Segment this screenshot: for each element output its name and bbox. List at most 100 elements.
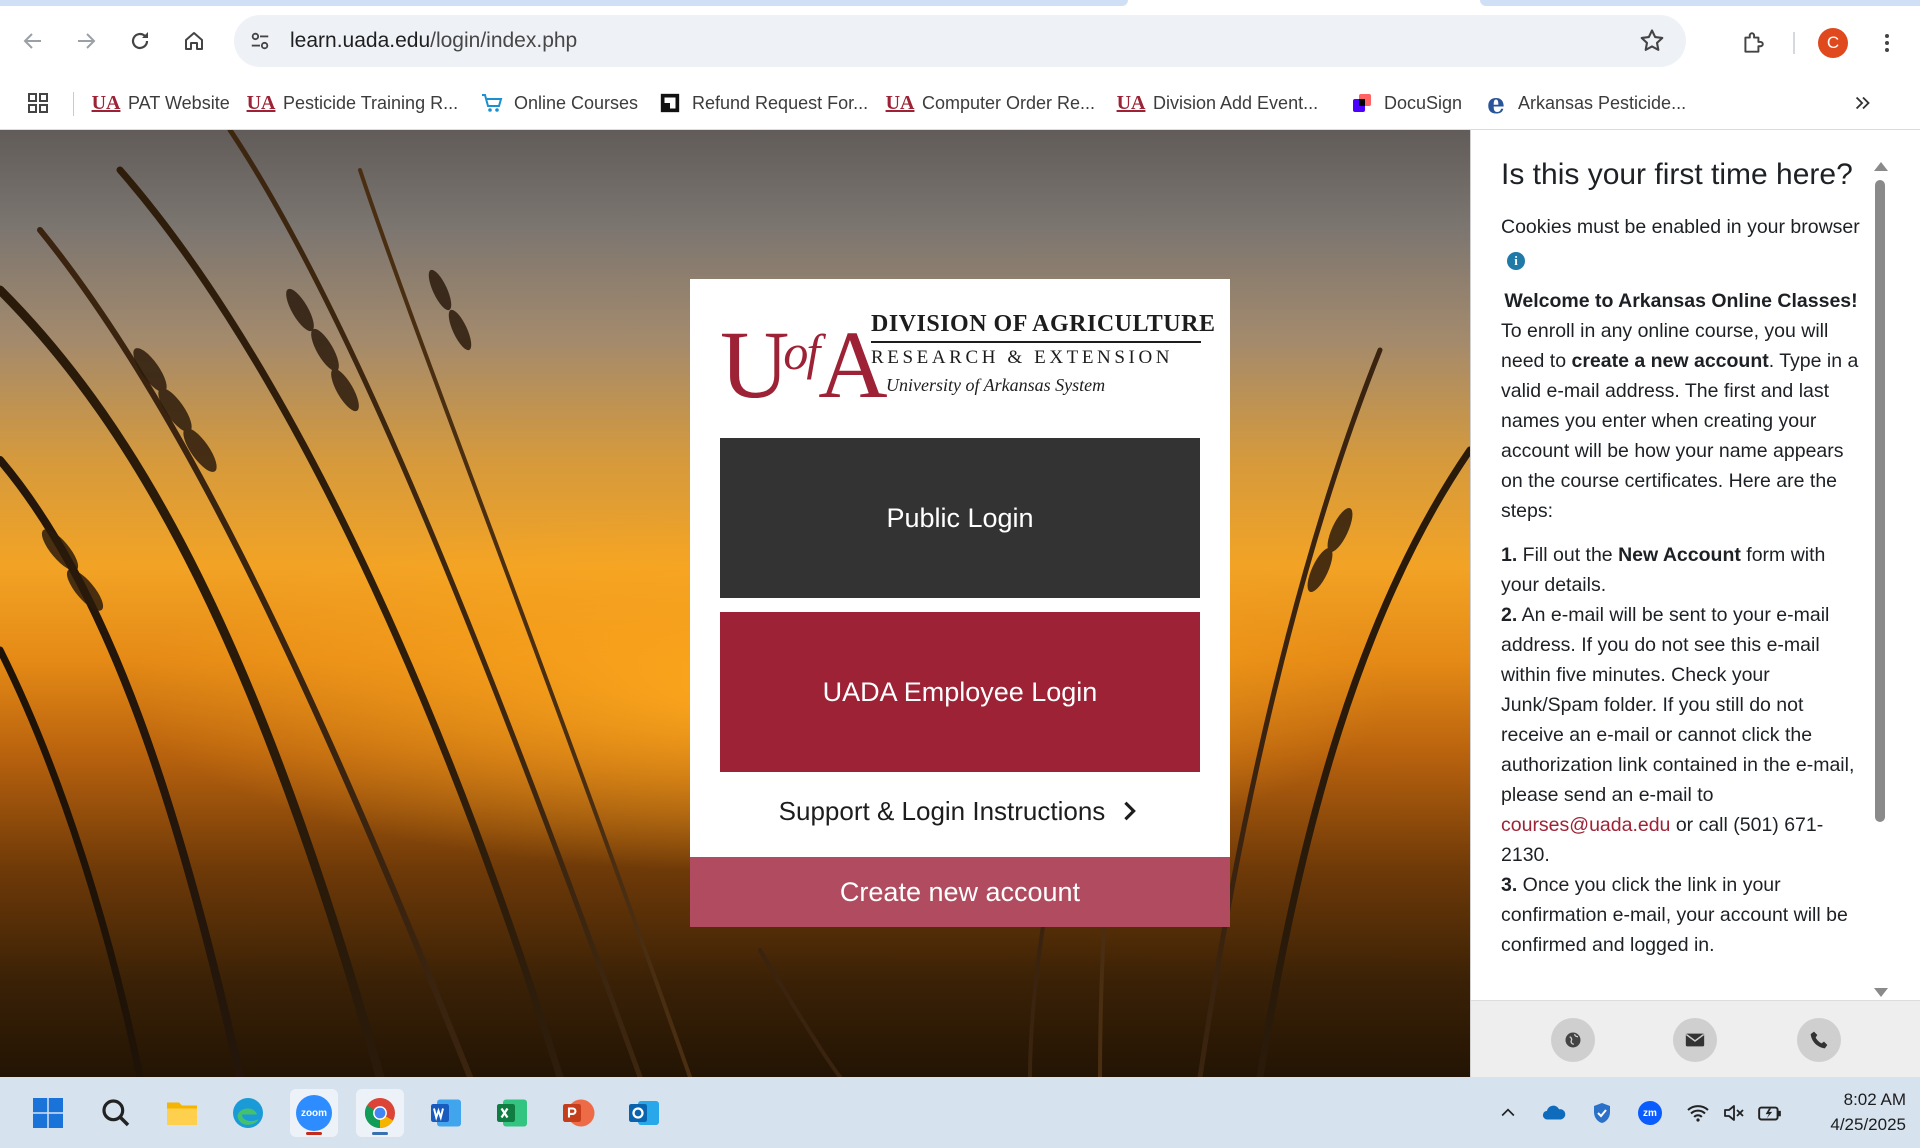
step-bold: New Account [1618, 544, 1741, 566]
uada-logo: UofA DIVISION OF AGRICULTURE RESEARCH & … [720, 303, 1215, 413]
employee-login-button[interactable]: UADA Employee Login [720, 612, 1200, 772]
powerpoint-button[interactable] [554, 1089, 602, 1137]
bookmark-arkansas-pesticide[interactable]: e Arkansas Pesticide... [1484, 86, 1686, 120]
file-explorer-button[interactable] [158, 1089, 206, 1137]
phone-button[interactable] [1797, 1018, 1841, 1062]
profile-avatar[interactable]: C [1818, 28, 1848, 58]
support-login-instructions-link[interactable]: Support & Login Instructions [690, 791, 1230, 831]
step-text: Fill out the [1517, 544, 1619, 566]
zoom-button[interactable]: zoom [290, 1089, 338, 1137]
search-icon [102, 1099, 130, 1127]
bookmark-computer-order[interactable]: UA Computer Order Re... [885, 87, 1096, 119]
form-icon [658, 91, 682, 115]
onedrive-icon[interactable] [1540, 1099, 1568, 1127]
email-button[interactable] [1673, 1018, 1717, 1062]
cookies-notice: Cookies must be enabled in your browser i [1501, 212, 1861, 272]
battery-icon[interactable] [1756, 1099, 1784, 1127]
support-label: Support & Login Instructions [778, 795, 1106, 826]
ua-logo-icon: UA [885, 91, 915, 114]
bookmark-label: Division Add Event... [1153, 92, 1319, 113]
logo-line-research: RESEARCH & EXTENSION [871, 347, 1174, 368]
bookmark-docusign[interactable]: DocuSign [1350, 87, 1462, 119]
create-new-account-button[interactable]: Create new account [690, 857, 1230, 927]
step-3: 3. Once you click the link in your confi… [1501, 870, 1861, 960]
reload-button[interactable] [122, 23, 158, 59]
ua-logo-icon: UA [1116, 91, 1146, 114]
bookmarks-overflow-icon[interactable] [1852, 87, 1874, 119]
wifi-icon[interactable] [1684, 1099, 1712, 1127]
bookmark-refund-request[interactable]: Refund Request For... [658, 87, 868, 119]
bookmark-pat-website[interactable]: UA PAT Website [92, 87, 230, 119]
running-indicator [306, 1132, 322, 1135]
steps-list: 1. Fill out the New Account form with yo… [1501, 540, 1861, 960]
address-bar[interactable]: learn.uada.edu/login/index.php [234, 15, 1686, 67]
step-2: 2. An e-mail will be sent to your e-mail… [1501, 600, 1861, 870]
reload-icon [131, 32, 149, 50]
edge-icon [233, 1098, 263, 1128]
edge-e-icon: e [1487, 86, 1505, 120]
bookmark-star-icon[interactable] [1638, 27, 1666, 55]
word-icon [431, 1099, 461, 1127]
chevron-right-icon [1124, 801, 1137, 821]
logo-u: U [720, 311, 789, 418]
start-button[interactable] [24, 1089, 72, 1137]
more-menu-icon[interactable] [1872, 28, 1902, 58]
bookmark-division-add-event[interactable]: UA Division Add Event... [1116, 87, 1319, 119]
chrome-button[interactable] [356, 1089, 404, 1137]
panel-scrollbar[interactable] [1871, 162, 1889, 997]
arrow-right-icon [78, 33, 96, 49]
system-clock[interactable]: 8:02 AM 4/25/2025 [1790, 1087, 1906, 1137]
step-number: 2. [1501, 604, 1518, 626]
step-number: 1. [1501, 544, 1518, 566]
zoom-tray-icon[interactable]: zm [1636, 1099, 1664, 1127]
url-path: /login/index.php [430, 29, 578, 52]
scrollbar-thumb[interactable] [1875, 180, 1885, 822]
public-login-button[interactable]: Public Login [720, 438, 1200, 598]
windows-taskbar: zoom zm 8:02 AM 4/25/2025 [0, 1077, 1920, 1148]
running-indicator [372, 1132, 388, 1135]
excel-button[interactable] [488, 1089, 536, 1137]
volume-muted-icon[interactable] [1720, 1099, 1748, 1127]
panel-content[interactable]: Is this your first time here? Cookies mu… [1501, 130, 1861, 1000]
site-info-icon[interactable] [246, 27, 274, 55]
outlook-button[interactable] [620, 1089, 668, 1137]
url-text[interactable]: learn.uada.edu/login/index.php [290, 29, 577, 53]
bookmark-online-courses[interactable]: Online Courses [480, 87, 638, 119]
apps-grid-icon[interactable] [26, 87, 50, 119]
scroll-up-arrow-icon[interactable] [1874, 162, 1888, 171]
intro-text: . Type in a valid e-mail address. The fi… [1501, 350, 1859, 522]
toolbar-divider [1793, 32, 1795, 54]
edge-button[interactable] [224, 1089, 272, 1137]
bookmark-label: DocuSign [1384, 92, 1463, 113]
login-card: UofA DIVISION OF AGRICULTURE RESEARCH & … [690, 279, 1230, 927]
info-icon[interactable]: i [1507, 252, 1525, 270]
logo-rule [871, 341, 1201, 343]
word-button[interactable] [422, 1089, 470, 1137]
search-button[interactable] [92, 1089, 140, 1137]
folder-icon [167, 1102, 197, 1125]
scroll-down-arrow-icon[interactable] [1874, 988, 1888, 997]
docusign-icon [1350, 91, 1374, 115]
logo-line-system: University of Arkansas System [886, 375, 1106, 395]
step-1: 1. Fill out the New Account form with yo… [1501, 540, 1861, 600]
show-hidden-icons-icon[interactable] [1494, 1099, 1522, 1127]
tab-strip [0, 0, 1920, 8]
forward-button[interactable] [68, 23, 104, 59]
page-background: UofA DIVISION OF AGRICULTURE RESEARCH & … [0, 130, 1470, 1077]
welcome-heading: Welcome to Arkansas Online Classes! [1504, 290, 1858, 312]
bookmark-label: Online Courses [514, 92, 639, 113]
outlook-icon [629, 1101, 659, 1125]
support-email-link[interactable]: courses@uada.edu [1501, 814, 1670, 836]
extensions-icon[interactable] [1738, 28, 1768, 58]
bookmarks-bar: UA PAT Website UA Pesticide Training R..… [0, 78, 1920, 130]
bookmark-pesticide-training[interactable]: UA Pesticide Training R... [247, 87, 459, 119]
back-button[interactable] [15, 23, 51, 59]
url-host: learn.uada.edu [290, 29, 431, 52]
intro-paragraph: To enroll in any online course, you will… [1501, 316, 1861, 526]
uofa-logo-mark: UofA [720, 307, 888, 413]
home-button[interactable] [176, 23, 212, 59]
zoom-tray-label: zm [1638, 1101, 1662, 1125]
defender-shield-icon[interactable] [1588, 1099, 1616, 1127]
tab-background [1480, 0, 1920, 6]
website-button[interactable] [1551, 1018, 1595, 1062]
